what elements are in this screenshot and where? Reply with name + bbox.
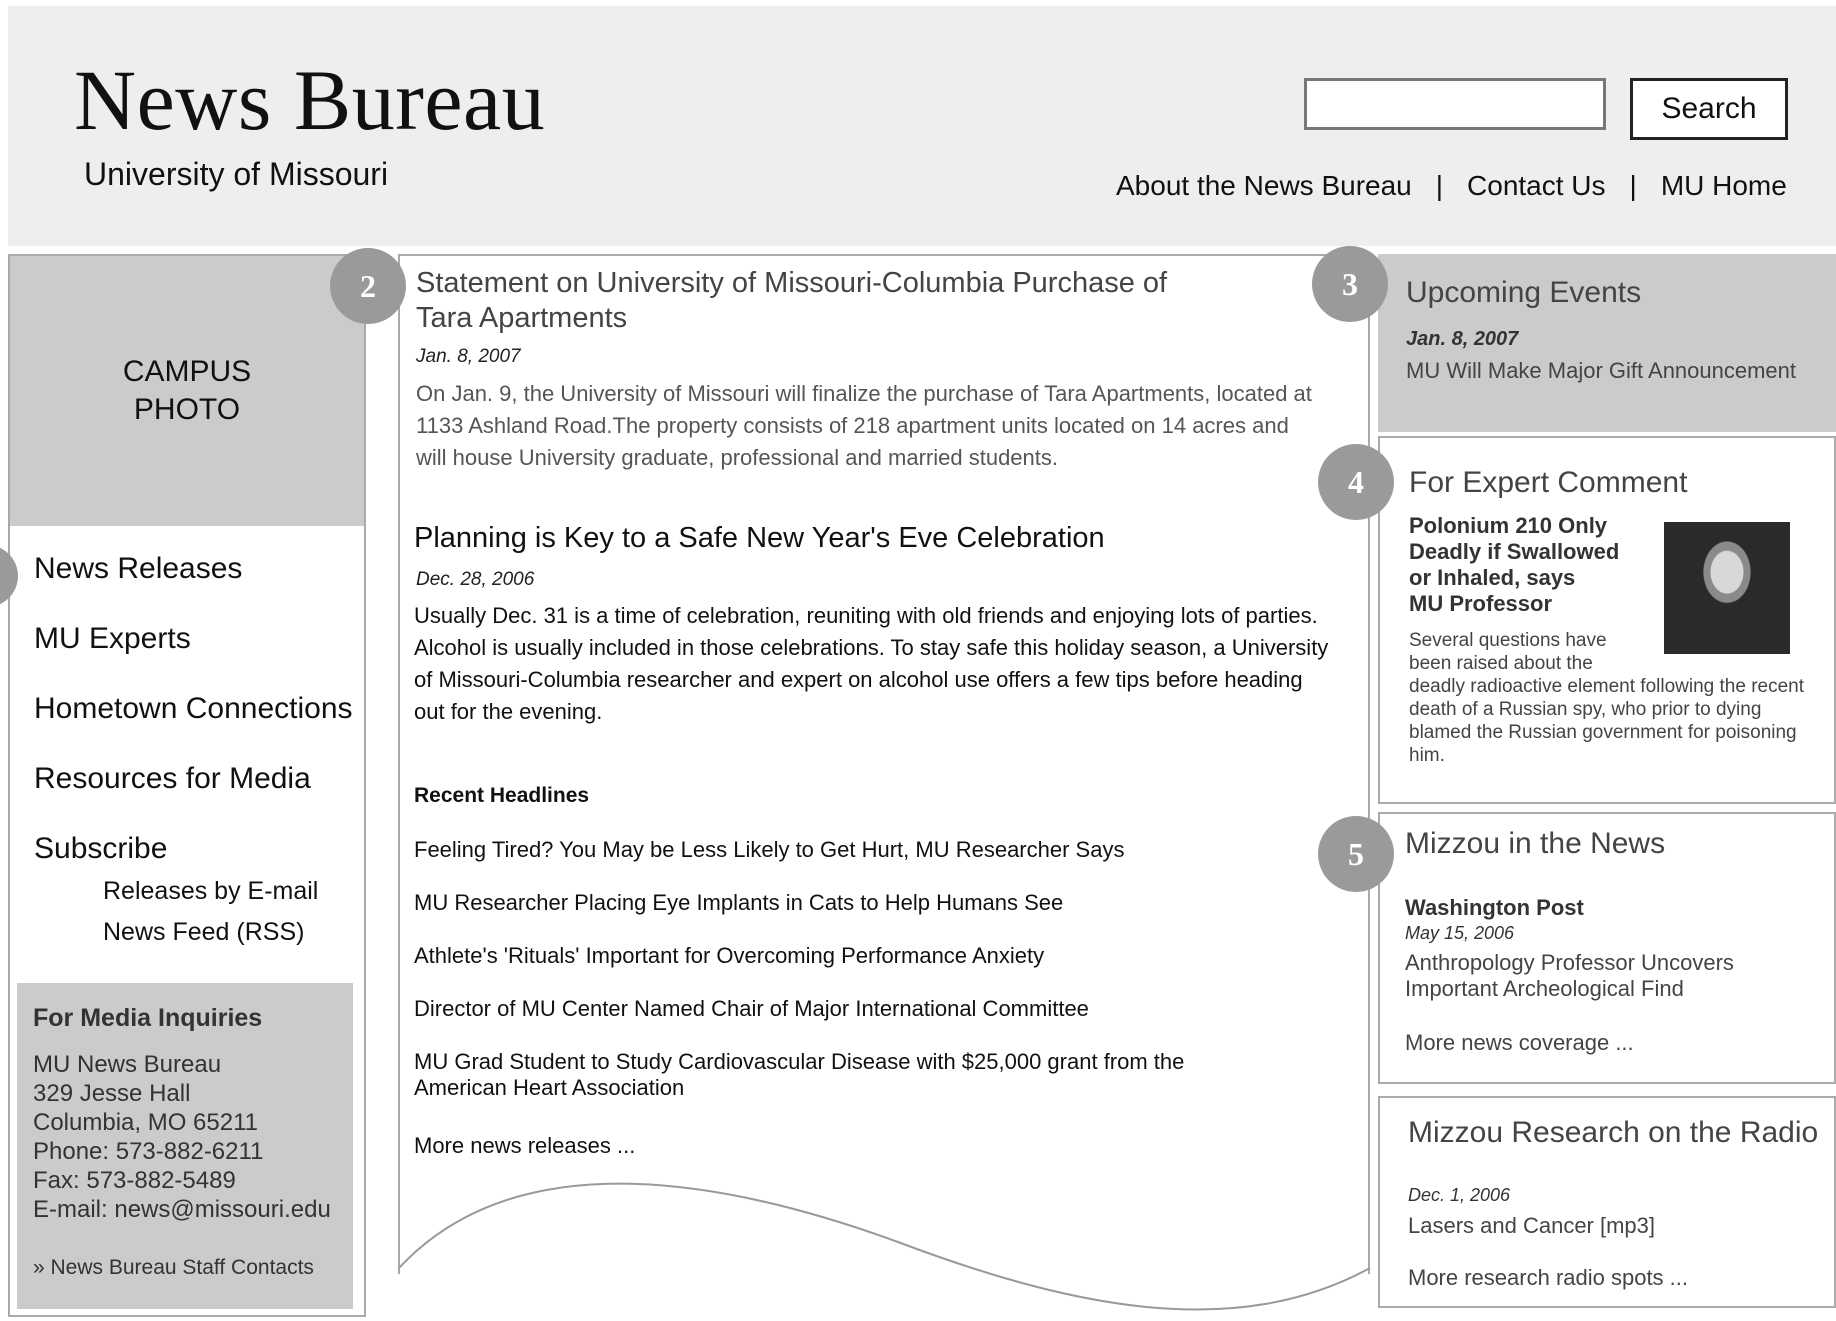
sidebar-hometown-connections[interactable]: Hometown Connections [34, 692, 353, 726]
wavy-bottom-edge [398, 1182, 1371, 1311]
media-inquiries-heading: For Media Inquiries [33, 1004, 263, 1032]
nav-about-link[interactable]: About the News Bureau [1116, 170, 1412, 202]
staff-contacts-link[interactable]: » News Bureau Staff Contacts [33, 1256, 314, 1280]
expert-summary-line: been raised about the [1409, 653, 1593, 674]
media-contact-line: Columbia, MO 65211 [33, 1109, 258, 1136]
nav-separator: | [1435, 170, 1444, 201]
news-coverage-link[interactable]: Anthropology Professor Uncovers Importan… [1405, 950, 1734, 1002]
research-radio-title: Mizzou Research on the Radio [1408, 1116, 1819, 1149]
site-subtitle: University of Missouri [84, 156, 389, 192]
radio-mp3-link[interactable]: Lasers and Cancer [mp3] [1408, 1213, 1655, 1239]
expert-summary-line: blamed the Russian government for poison… [1409, 722, 1797, 743]
photo-label-line: CAMPUS [122, 355, 252, 388]
subscribe-email-link[interactable]: Releases by E-mail [103, 877, 318, 906]
article-title-line[interactable]: Statement on University of Missouri-Colu… [416, 266, 1167, 301]
headline-link[interactable]: MU Grad Student to Study Cardiovascular … [414, 1049, 1214, 1101]
more-news-coverage-link[interactable]: More news coverage ... [1405, 1030, 1634, 1056]
article-date: Dec. 28, 2006 [416, 569, 535, 590]
campus-photo-placeholder: CAMPUS PHOTO [10, 256, 364, 526]
step-marker-4: 4 [1318, 444, 1394, 520]
expert-headline-line[interactable]: or Inhaled, says [1409, 565, 1619, 591]
top-nav: About the News Bureau | Contact Us | MU … [1116, 170, 1787, 202]
nav-separator: | [1629, 170, 1637, 201]
radio-date: Dec. 1, 2006 [1408, 1185, 1511, 1205]
mizzou-in-the-news-title: Mizzou in the News [1405, 827, 1666, 860]
nav-mu-home-link[interactable]: MU Home [1661, 170, 1787, 202]
step-marker-3: 3 [1312, 246, 1388, 322]
media-contact-line: MU News Bureau [33, 1051, 222, 1078]
event-link[interactable]: MU Will Make Major Gift Announcement [1406, 358, 1796, 384]
media-contact-line: Phone: 573-882-6211 [33, 1138, 264, 1165]
expert-headline-line[interactable]: Polonium 210 Only [1409, 513, 1619, 539]
article-title[interactable]: Statement on University of Missouri-Colu… [416, 266, 1167, 336]
media-email-link[interactable]: E-mail: news@missouri.edu [33, 1196, 331, 1224]
sidebar-resources-for-media[interactable]: Resources for Media [34, 762, 311, 796]
expert-summary-line: Several questions have [1409, 630, 1607, 651]
news-source: Washington Post [1405, 895, 1584, 920]
headline-link[interactable]: MU Researcher Placing Eye Implants in Ca… [414, 890, 1234, 916]
upcoming-events-title: Upcoming Events [1406, 276, 1642, 309]
headline-link[interactable]: Feeling Tired? You May be Less Likely to… [414, 837, 1234, 863]
more-news-releases-link[interactable]: More news releases ... [414, 1133, 1234, 1159]
more-radio-spots-link[interactable]: More research radio spots ... [1408, 1265, 1688, 1291]
sidebar-mu-experts[interactable]: MU Experts [34, 622, 191, 656]
site-title[interactable]: News Bureau [74, 50, 545, 150]
expert-summary-line: deadly radioactive element following the… [1409, 676, 1805, 697]
headline-link[interactable]: Athlete's 'Rituals' Important for Overco… [414, 943, 1234, 969]
expert-summary: Several questions have been raised about… [1409, 629, 1804, 767]
media-contact-line: Fax: 573-882-5489 [33, 1167, 236, 1194]
subscribe-rss-link[interactable]: News Feed (RSS) [103, 918, 304, 947]
news-coverage-line[interactable]: Anthropology Professor Uncovers [1405, 950, 1734, 976]
expert-comment-title: For Expert Comment [1409, 466, 1688, 499]
news-coverage-line[interactable]: Important Archeological Find [1405, 976, 1734, 1002]
article-summary: On Jan. 9, the University of Missouri wi… [416, 381, 1312, 470]
news-date: May 15, 2006 [1405, 923, 1515, 943]
article-title[interactable]: Planning is Key to a Safe New Year's Eve… [414, 522, 1105, 555]
headline-link[interactable]: Director of MU Center Named Chair of Maj… [414, 996, 1234, 1022]
expert-summary-line: death of a Russian spy, who prior to dyi… [1409, 699, 1762, 720]
recent-headlines-heading: Recent Headlines [414, 784, 590, 807]
photo-label-line: PHOTO [133, 393, 241, 426]
expert-headline-line[interactable]: MU Professor [1409, 591, 1619, 617]
expert-headline[interactable]: Polonium 210 Only Deadly if Swallowed or… [1409, 513, 1619, 617]
event-date: Jan. 8, 2007 [1406, 328, 1519, 350]
article-title-line[interactable]: Tara Apartments [416, 301, 1167, 336]
expert-summary-line: him. [1409, 745, 1445, 766]
article-date: Jan. 8, 2007 [416, 346, 521, 367]
article-summary: Usually Dec. 31 is a time of celebration… [414, 603, 1329, 724]
step-marker-5: 5 [1318, 816, 1394, 892]
media-contact-line: 329 Jesse Hall [33, 1080, 191, 1107]
nav-contact-link[interactable]: Contact Us [1467, 170, 1606, 202]
search-input[interactable] [1304, 78, 1606, 130]
step-marker-2: 2 [330, 248, 406, 324]
search-button[interactable]: Search [1630, 78, 1788, 140]
sidebar-news-releases[interactable]: News Releases [34, 552, 242, 586]
expert-headline-line[interactable]: Deadly if Swallowed [1409, 539, 1619, 565]
sidebar-subscribe[interactable]: Subscribe [34, 832, 167, 866]
